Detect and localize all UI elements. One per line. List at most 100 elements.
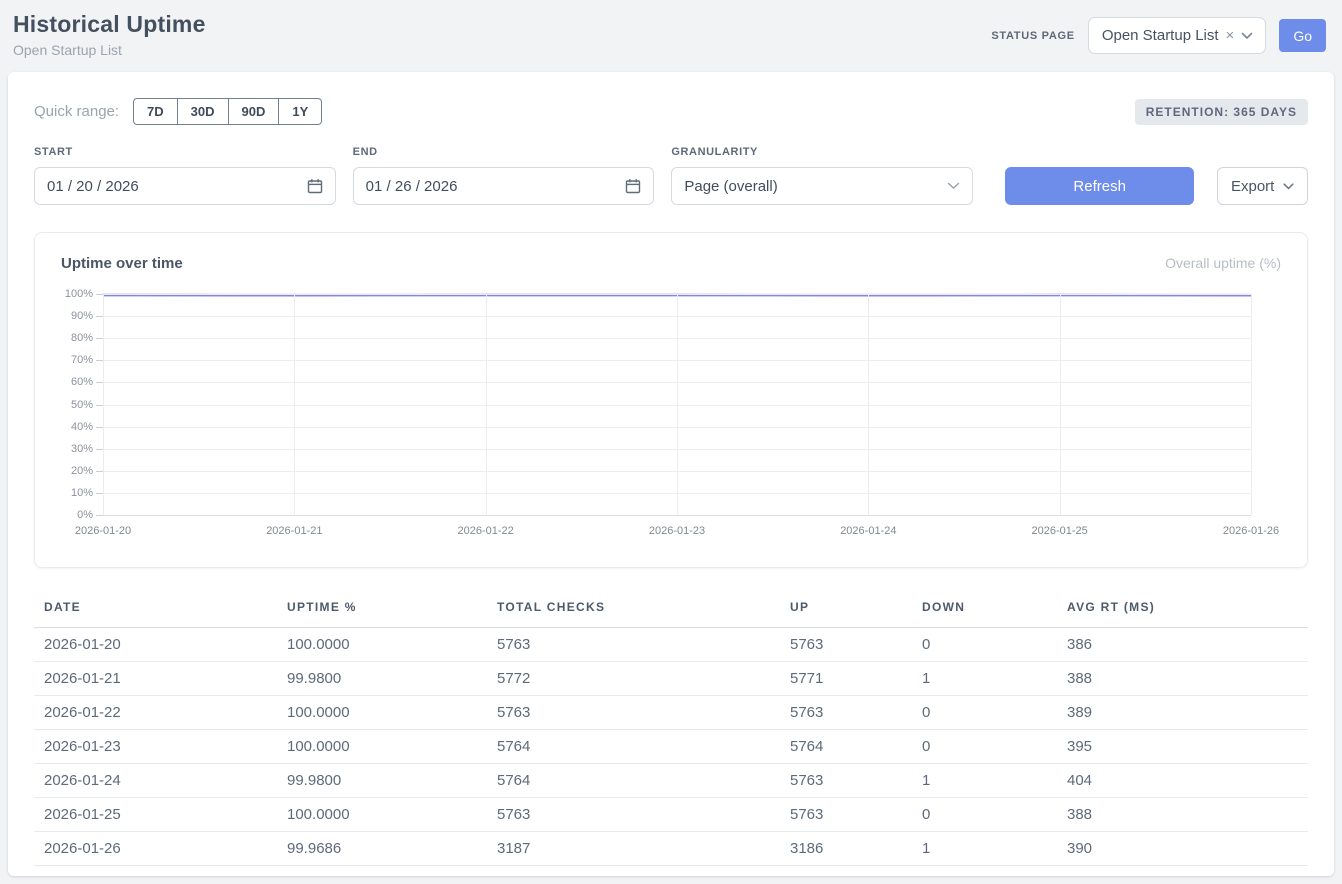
y-tick-label: 60% <box>71 376 93 388</box>
column-header: AVG RT (MS) <box>1057 592 1308 628</box>
table-cell: 0 <box>912 730 1057 764</box>
y-axis-tick <box>96 405 103 406</box>
table-row: 2026-01-22100.0000576357630389 <box>34 696 1308 730</box>
quick-range-label: Quick range: <box>34 103 119 120</box>
vertical-gridline <box>1060 294 1061 515</box>
horizontal-gridline <box>103 515 1251 516</box>
chart-legend: Overall uptime (%) <box>1165 255 1281 271</box>
y-tick-label: 20% <box>71 465 93 477</box>
table-row: 2026-01-2499.9800576457631404 <box>34 764 1308 798</box>
quick-range-1y[interactable]: 1Y <box>279 98 322 125</box>
status-page-select[interactable]: Open Startup List × <box>1088 17 1267 54</box>
y-axis-tick <box>96 427 103 428</box>
y-axis-tick <box>96 382 103 383</box>
start-date-value: 01 / 20 / 2026 <box>47 178 139 195</box>
vertical-gridline <box>868 294 869 515</box>
end-date-field: END 01 / 26 / 2026 <box>353 146 655 205</box>
column-header: DATE <box>34 592 277 628</box>
table-cell: 0 <box>912 798 1057 832</box>
vertical-gridline <box>677 294 678 515</box>
clear-selection-icon[interactable]: × <box>1226 28 1235 43</box>
table-row: 2026-01-23100.0000576457640395 <box>34 730 1308 764</box>
table-cell: 386 <box>1057 628 1308 662</box>
column-header: TOTAL CHECKS <box>487 592 780 628</box>
page-title: Historical Uptime <box>13 11 206 38</box>
calendar-icon[interactable] <box>307 178 323 194</box>
end-date-label: END <box>353 146 655 158</box>
start-date-label: START <box>34 146 336 158</box>
quick-range-30d[interactable]: 30D <box>178 98 229 125</box>
vertical-gridline <box>1251 294 1252 515</box>
vertical-gridline <box>103 294 104 515</box>
table-cell: 390 <box>1057 832 1308 866</box>
y-axis-tick <box>96 471 103 472</box>
granularity-select[interactable]: Page (overall) <box>671 167 973 205</box>
x-tick-label: 2026-01-24 <box>840 525 896 537</box>
title-block: Historical Uptime Open Startup List <box>13 11 206 58</box>
y-axis-tick <box>96 515 103 516</box>
table-cell: 2026-01-20 <box>34 628 277 662</box>
table-cell: 5763 <box>487 696 780 730</box>
table-row: 2026-01-20100.0000576357630386 <box>34 628 1308 662</box>
table-cell: 100.0000 <box>277 628 487 662</box>
column-header: UPTIME % <box>277 592 487 628</box>
status-page-value: Open Startup List <box>1102 27 1219 44</box>
table-cell: 100.0000 <box>277 696 487 730</box>
table-cell: 389 <box>1057 696 1308 730</box>
x-tick-label: 2026-01-26 <box>1223 525 1279 537</box>
start-date-field: START 01 / 20 / 2026 <box>34 146 336 205</box>
table-cell: 5763 <box>780 696 912 730</box>
y-tick-label: 80% <box>71 332 93 344</box>
y-axis-tick <box>96 449 103 450</box>
calendar-icon[interactable] <box>625 178 641 194</box>
table-row: 2026-01-2199.9800577257711388 <box>34 662 1308 696</box>
y-tick-label: 100% <box>65 288 93 300</box>
y-tick-label: 70% <box>71 354 93 366</box>
y-axis-tick <box>96 493 103 494</box>
table-row: 2026-01-25100.0000576357630388 <box>34 798 1308 832</box>
column-header: UP <box>780 592 912 628</box>
table-cell: 3187 <box>487 832 780 866</box>
table-cell: 99.9800 <box>277 764 487 798</box>
table-cell: 1 <box>912 764 1057 798</box>
quick-range-90d[interactable]: 90D <box>229 98 280 125</box>
quick-range-7d[interactable]: 7D <box>133 98 178 125</box>
table-cell: 99.9686 <box>277 832 487 866</box>
granularity-field: GRANULARITY Page (overall) <box>671 146 973 205</box>
export-button[interactable]: Export <box>1217 167 1308 205</box>
go-button[interactable]: Go <box>1279 19 1326 52</box>
refresh-button[interactable]: Refresh <box>1005 167 1194 205</box>
y-tick-label: 30% <box>71 443 93 455</box>
table-cell: 2026-01-22 <box>34 696 277 730</box>
vertical-gridline <box>294 294 295 515</box>
table-cell: 5763 <box>780 628 912 662</box>
table-cell: 5763 <box>487 628 780 662</box>
table-cell: 5771 <box>780 662 912 696</box>
table-cell: 5763 <box>780 764 912 798</box>
start-date-input[interactable]: 01 / 20 / 2026 <box>34 167 336 205</box>
chevron-down-icon <box>1241 32 1253 40</box>
table-row: 2026-01-2699.9686318731861390 <box>34 832 1308 866</box>
table-cell: 5764 <box>487 764 780 798</box>
main-panel: Quick range: 7D 30D 90D 1Y RETENTION: 36… <box>8 72 1334 876</box>
end-date-input[interactable]: 01 / 26 / 2026 <box>353 167 655 205</box>
table-cell: 2026-01-26 <box>34 832 277 866</box>
table-cell: 99.9800 <box>277 662 487 696</box>
table-cell: 5763 <box>780 798 912 832</box>
chart-title: Uptime over time <box>61 255 183 272</box>
y-axis-tick <box>96 360 103 361</box>
table-cell: 2026-01-23 <box>34 730 277 764</box>
uptime-table: DATEUPTIME %TOTAL CHECKSUPDOWNAVG RT (MS… <box>34 592 1308 866</box>
table-cell: 5763 <box>487 798 780 832</box>
y-tick-label: 40% <box>71 421 93 433</box>
chevron-down-icon <box>947 182 960 190</box>
table-cell: 1 <box>912 662 1057 696</box>
y-axis-tick <box>96 294 103 295</box>
x-tick-label: 2026-01-20 <box>75 525 131 537</box>
table-cell: 5764 <box>487 730 780 764</box>
chart-card: Uptime over time Overall uptime (%) 100%… <box>34 232 1308 568</box>
end-date-value: 01 / 26 / 2026 <box>366 178 458 195</box>
chart-plot-area <box>103 294 1251 515</box>
table-header: DATEUPTIME %TOTAL CHECKSUPDOWNAVG RT (MS… <box>34 592 1308 628</box>
x-tick-label: 2026-01-25 <box>1032 525 1088 537</box>
